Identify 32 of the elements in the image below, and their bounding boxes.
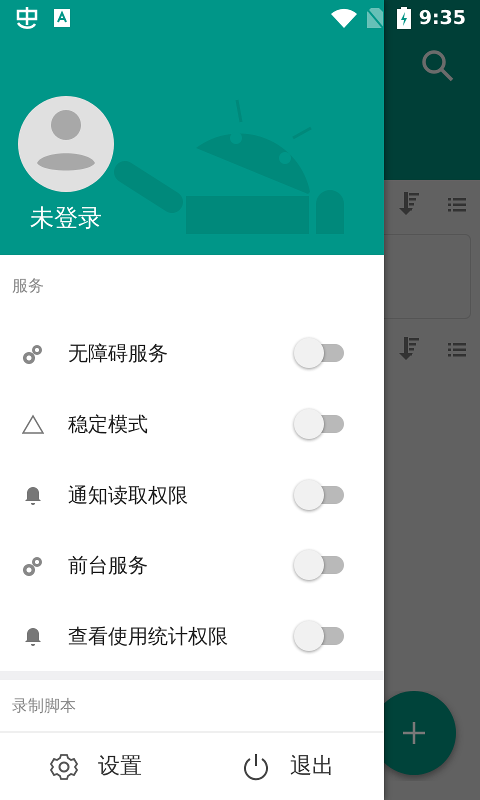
toggle-switch[interactable] — [294, 341, 344, 366]
drawer-item[interactable]: 通知读取权限 — [0, 459, 384, 530]
avatar-icon[interactable] — [18, 96, 114, 192]
drawer-item[interactable]: 稳定模式 — [0, 388, 384, 460]
battery-charging-icon — [396, 7, 411, 29]
drawer-item[interactable]: 查看使用统计权限 — [0, 600, 384, 672]
toggle-switch[interactable] — [294, 553, 344, 578]
section-title: 服务 — [11, 275, 45, 298]
section-title: 录制脚本 — [11, 694, 77, 717]
power-icon — [242, 752, 270, 781]
search-icon[interactable] — [420, 48, 456, 84]
list-icon[interactable] — [448, 343, 466, 357]
settings-icon — [50, 752, 78, 781]
wifi-icon — [330, 8, 357, 28]
sort-icon[interactable] — [398, 337, 420, 361]
drawer-item[interactable]: 无障碍服务 — [0, 318, 384, 388]
toggle-switch[interactable] — [294, 624, 344, 648]
toggle-switch[interactable] — [294, 412, 344, 436]
clock: 9:35 — [418, 6, 466, 31]
plus-icon — [403, 722, 425, 744]
footer-button[interactable]: 退出 — [192, 733, 384, 800]
footer-button[interactable]: 设置 — [0, 733, 192, 800]
gears-icon — [22, 342, 44, 364]
toggle-switch[interactable] — [294, 482, 344, 506]
triangle-icon — [22, 412, 44, 435]
drawer-item[interactable]: 前台服务 — [0, 530, 384, 601]
sort-icon[interactable] — [398, 192, 420, 216]
gears-icon — [22, 554, 44, 576]
list-icon[interactable] — [448, 198, 466, 212]
user-name[interactable]: 未登录 — [30, 204, 102, 233]
keyboard-app-icon — [54, 9, 70, 27]
bug-logo-icon — [14, 5, 40, 31]
